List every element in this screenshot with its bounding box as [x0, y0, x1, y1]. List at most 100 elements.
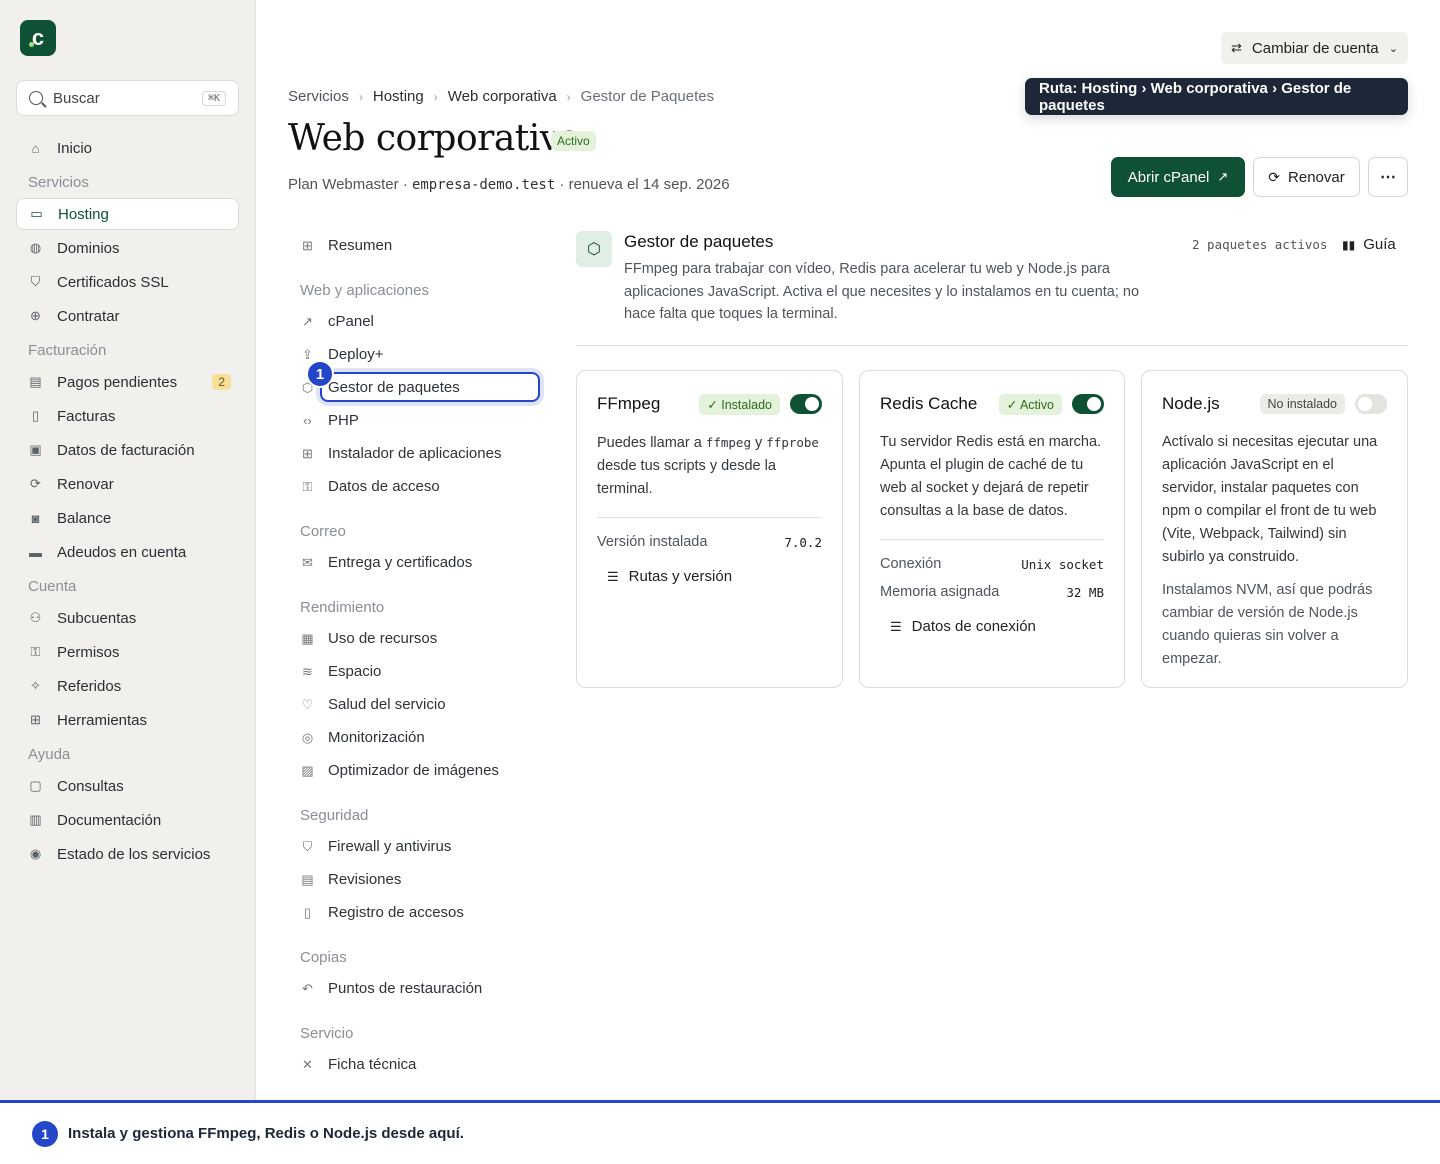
sidebar-item-subcuentas[interactable]: ⚇ Subcuentas: [16, 602, 239, 634]
sidebar-item-label: Consultas: [57, 777, 124, 795]
subnav-item-label: Deploy+: [328, 346, 384, 363]
divider: [576, 345, 1408, 346]
brand-logo[interactable]: c: [20, 20, 56, 56]
breadcrumb-hosting[interactable]: Hosting: [373, 88, 424, 105]
subnav-item-label: Optimizador de imágenes: [328, 762, 499, 779]
sidebar-item-herramientas[interactable]: ⊞ Herramientas: [16, 704, 239, 736]
subnav-fade: [288, 1090, 548, 1100]
sidebar-item-consultas[interactable]: ▢ Consultas: [16, 770, 239, 802]
tools-icon: ✕: [302, 1056, 313, 1072]
sliders-icon: ☰: [890, 618, 902, 634]
subnav-item-entrega-y-certificados[interactable]: ✉ Entrega y certificados: [288, 546, 548, 579]
undo-icon: ↶: [302, 980, 313, 996]
more-options-button[interactable]: ⋯: [1368, 157, 1408, 197]
subnav-item-firewall-y-antivirus[interactable]: ⛉ Firewall y antivirus: [288, 830, 548, 863]
subnav-item-revisiones[interactable]: ▤ Revisiones: [288, 863, 548, 896]
page-title: Web corporativa: [288, 118, 581, 159]
open-cpanel-button[interactable]: Abrir cPanel ↗: [1111, 157, 1245, 197]
pending-count-badge: 2: [212, 374, 231, 390]
mail-icon: ✉: [302, 554, 313, 570]
subnav-item-salud-del-servicio[interactable]: ♡ Salud del servicio: [288, 688, 548, 721]
domain-name: empresa-demo.test: [411, 177, 556, 193]
id-card-icon: ▣: [29, 442, 42, 457]
key-icon: ⚿: [30, 644, 41, 659]
enable-toggle[interactable]: [1355, 394, 1387, 414]
search-placeholder: Buscar: [53, 89, 100, 107]
subnav-item-optimizador-de-imagenes[interactable]: ▨ Optimizador de imágenes: [288, 754, 548, 787]
sidebar-item-hosting[interactable]: ▭ Hosting: [16, 198, 239, 230]
sidebar-item-datos-de-facturacion[interactable]: ▣ Datos de facturación: [16, 434, 239, 466]
connection-data-button[interactable]: ☰ Datos de conexión: [880, 618, 1104, 635]
subnav-item-label: Ficha técnica: [328, 1056, 417, 1073]
sidebar-item-inicio[interactable]: ⌂ Inicio: [16, 132, 239, 164]
sidebar-item-label: Balance: [57, 509, 112, 527]
sidebar-item-label: Datos de facturación: [57, 441, 195, 459]
sidebar-item-contratar[interactable]: ⊕ Contratar: [16, 300, 239, 332]
sidebar-item-facturas[interactable]: ▯ Facturas: [16, 400, 239, 432]
subnav-section-seguridad: Seguridad: [300, 807, 369, 824]
sidebar-item-estado-de-los-servicios[interactable]: ◉ Estado de los servicios: [16, 838, 239, 870]
subnav-item-datos-de-acceso[interactable]: ⚿ Datos de acceso: [288, 470, 548, 503]
subnav-item-cpanel[interactable]: ↗ cPanel: [288, 305, 548, 338]
grid-icon: ⊞: [302, 445, 313, 461]
search-input[interactable]: Buscar ⌘K: [16, 80, 239, 116]
sidebar-item-certificados-ssl[interactable]: ⛉ Certificados SSL: [16, 266, 239, 298]
status-badge: ✓ Activo: [998, 393, 1062, 415]
subnav-item-instalador-de-aplicaciones[interactable]: ⊞ Instalador de aplicaciones: [288, 437, 548, 470]
subnav-item-espacio[interactable]: ≋ Espacio: [288, 655, 548, 688]
guide-link[interactable]: ▮▮ Guía: [1342, 236, 1396, 253]
sidebar-item-permisos[interactable]: ⚿ Permisos: [16, 636, 239, 668]
open-cpanel-label: Abrir cPanel: [1127, 168, 1210, 186]
package-name: Redis Cache: [880, 394, 978, 413]
sidebar-item-documentacion[interactable]: ▥ Documentación: [16, 804, 239, 836]
refresh-icon: ⟳: [30, 476, 41, 491]
eye-icon: ◎: [301, 729, 314, 745]
chevron-down-icon: ⌄: [1388, 42, 1398, 55]
subnav-item-label: cPanel: [328, 313, 374, 330]
subnav-item-resumen[interactable]: ⊞ Resumen: [288, 229, 548, 262]
shield-icon: ⛉: [302, 838, 313, 854]
subnav-item-puntos-de-restauracion[interactable]: ↶ Puntos de restauración: [288, 972, 548, 1005]
subnav-item-ficha-tecnica[interactable]: ✕ Ficha técnica: [288, 1048, 548, 1081]
sidebar-item-renovar[interactable]: ⟳ Renovar: [16, 468, 239, 500]
enable-toggle[interactable]: [790, 394, 822, 414]
plan-name: Plan Webmaster: [288, 176, 399, 193]
users-icon: ⚇: [29, 610, 42, 625]
subnav-item-uso-de-recursos[interactable]: ▦ Uso de recursos: [288, 622, 548, 655]
sidebar-item-referidos[interactable]: ✧ Referidos: [16, 670, 239, 702]
switch-account-button[interactable]: ⇄ Cambiar de cuenta ⌄: [1221, 32, 1408, 64]
sidebar-item-balance[interactable]: ◙ Balance: [16, 502, 239, 534]
sidebar-item-label: Estado de los servicios: [57, 845, 211, 863]
subnav-item-label: Puntos de restauración: [328, 980, 483, 997]
sidebar-item-dominios[interactable]: ◍ Dominios: [16, 232, 239, 264]
paths-version-button[interactable]: ☰ Rutas y versión: [597, 568, 822, 585]
subnav-item-label: Entrega y certificados: [328, 554, 473, 571]
subnav-item-monitorizacion[interactable]: ◎ Monitorización: [288, 721, 548, 754]
chat-icon: ▢: [29, 778, 42, 793]
globe-icon: ◍: [29, 240, 42, 255]
subnav-item-label: Instalador de aplicaciones: [328, 445, 502, 462]
renew-label: Renovar: [1288, 168, 1345, 186]
chevron-right-icon: ›: [566, 89, 571, 104]
active-highlight: [320, 372, 540, 402]
renew-button[interactable]: ⟳ Renovar: [1253, 157, 1360, 197]
chevron-right-icon: ›: [358, 89, 363, 104]
sidebar-item-pagos-pendientes[interactable]: ▤ Pagos pendientes 2: [16, 366, 239, 398]
breadcrumb-web-corporativa[interactable]: Web corporativa: [448, 88, 557, 105]
guide-label: Guía: [1363, 236, 1396, 253]
shield-icon: ⛉: [30, 274, 41, 289]
subnav-item-label: Monitorización: [328, 729, 425, 746]
wallet-icon: ▤: [29, 374, 42, 389]
broadcast-icon: ◉: [29, 846, 42, 861]
section-title: Gestor de paquetes: [624, 232, 774, 251]
subnav-item-registro-de-accesos[interactable]: ▯ Registro de accesos: [288, 896, 548, 929]
package-name: FFmpeg: [597, 394, 661, 413]
sidebar-item-label: Renovar: [57, 475, 114, 493]
subnav-item-php[interactable]: ‹› PHP: [288, 404, 548, 437]
breadcrumb: Servicios › Hosting › Web corporativa › …: [288, 88, 714, 105]
breadcrumb-servicios[interactable]: Servicios: [288, 88, 349, 105]
sidebar-item-label: Subcuentas: [57, 609, 137, 627]
enable-toggle[interactable]: [1072, 394, 1104, 414]
sidebar-item-adeudos-en-cuenta[interactable]: ▬ Adeudos en cuenta: [16, 536, 239, 568]
sidebar-item-label: Certificados SSL: [57, 273, 169, 291]
